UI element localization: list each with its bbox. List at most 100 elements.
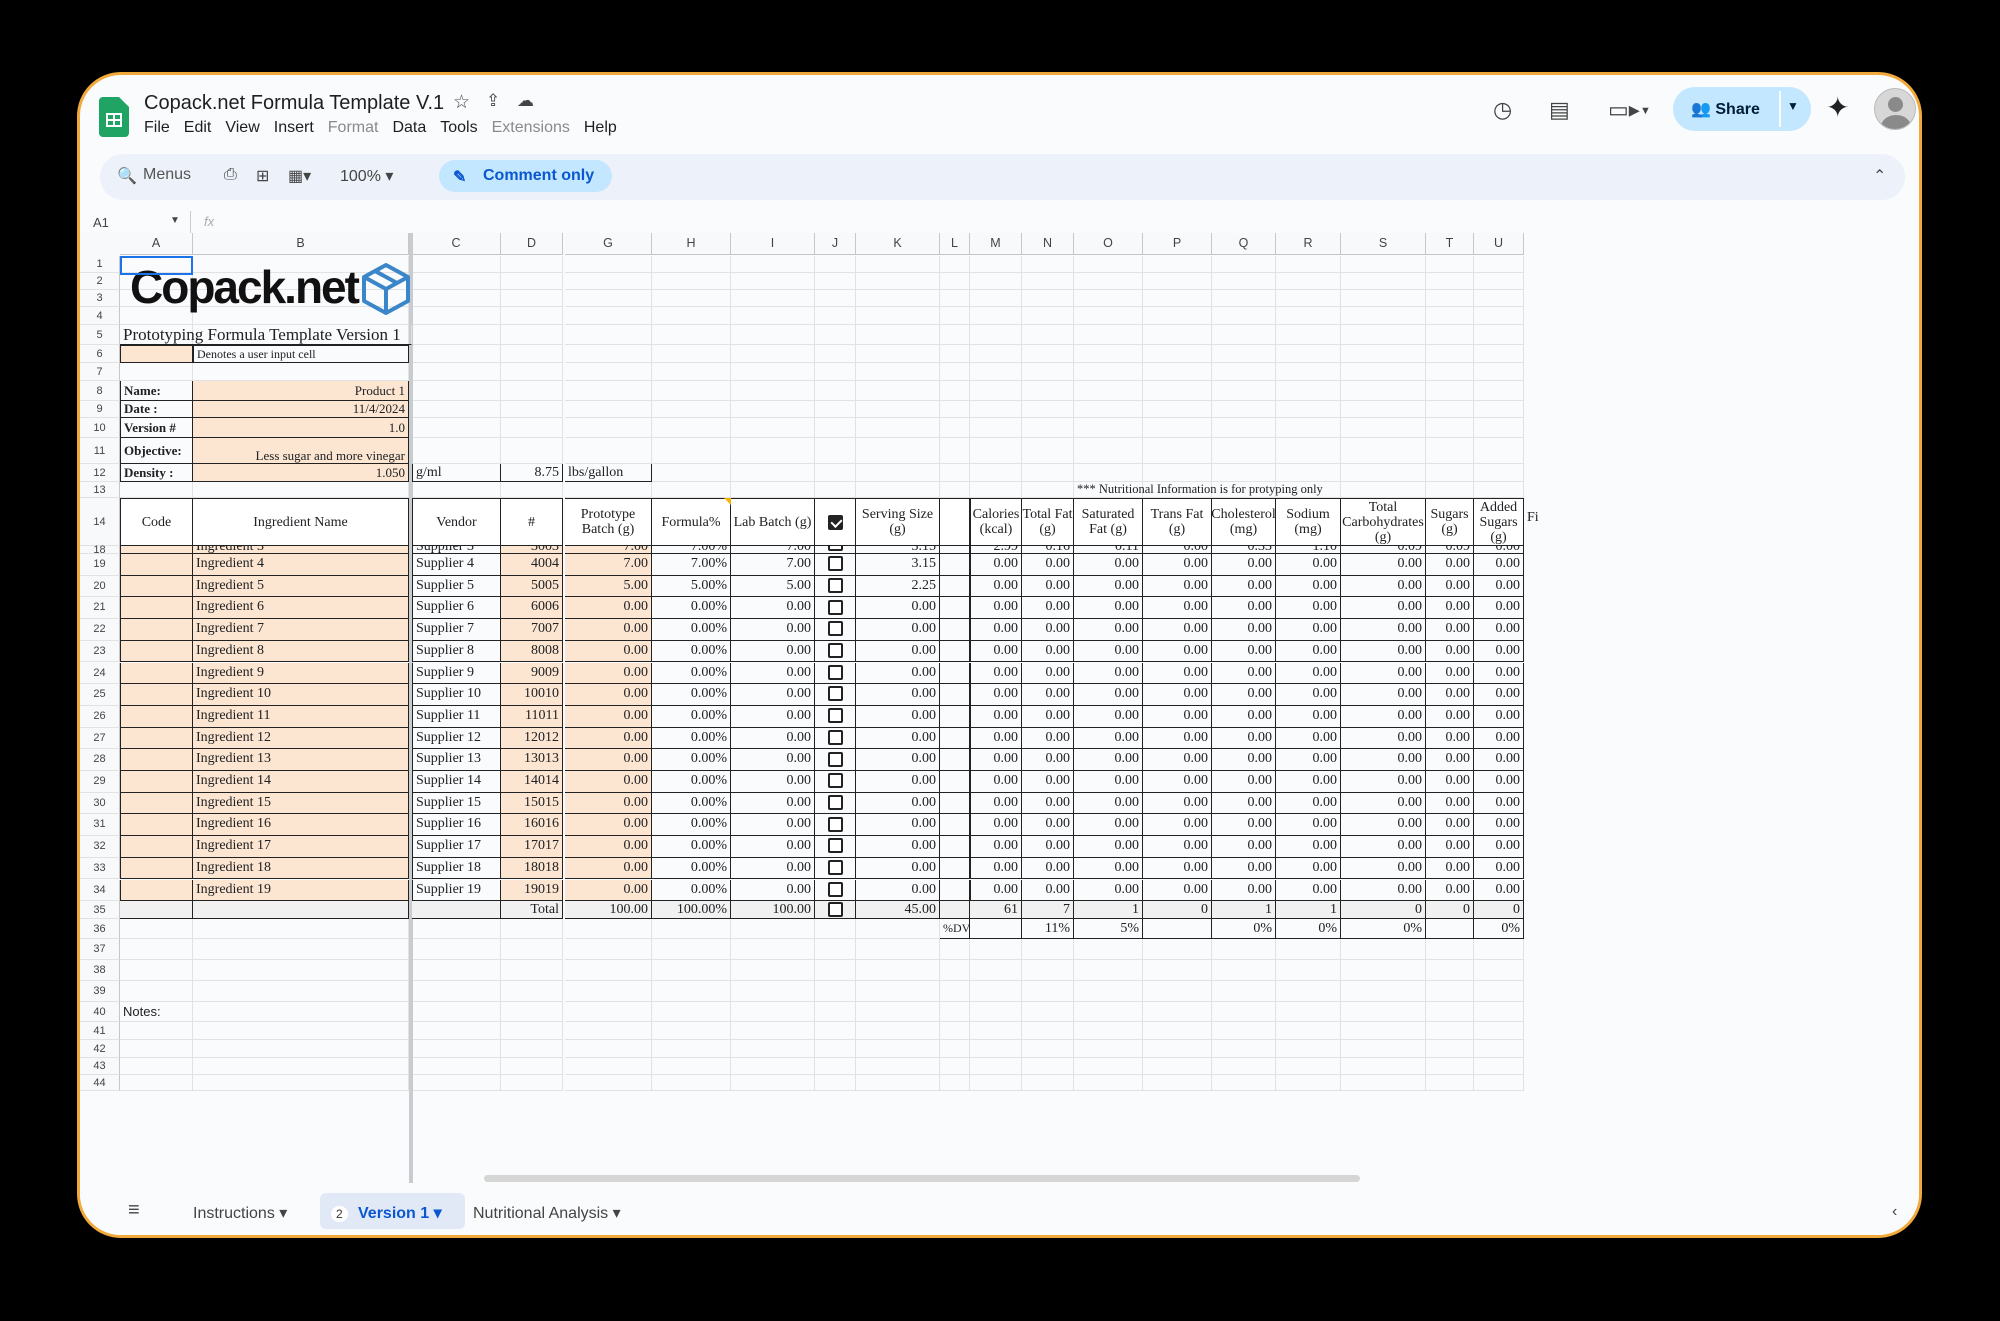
row-header[interactable]: 10: [80, 418, 120, 438]
cell[interactable]: [1074, 401, 1143, 418]
cell[interactable]: [565, 256, 652, 273]
cell[interactable]: [565, 939, 652, 960]
cell[interactable]: [1276, 273, 1341, 290]
ingredient-number[interactable]: 19019: [501, 879, 563, 902]
include-checkbox-cell[interactable]: [815, 727, 856, 750]
column-header-j[interactable]: J: [815, 233, 856, 255]
cell[interactable]: [1022, 438, 1074, 464]
row-header[interactable]: 2: [80, 273, 120, 290]
cell[interactable]: [1341, 1040, 1426, 1058]
cell[interactable]: [1143, 1002, 1212, 1022]
cell[interactable]: [856, 981, 940, 1002]
cell[interactable]: [1276, 401, 1341, 418]
cell[interactable]: [1276, 307, 1341, 325]
cell[interactable]: [731, 981, 815, 1002]
cell[interactable]: [1474, 981, 1524, 1002]
cell[interactable]: [1074, 273, 1143, 290]
cell[interactable]: [815, 401, 856, 418]
cell[interactable]: [1341, 307, 1426, 325]
cell[interactable]: [501, 438, 563, 464]
cell[interactable]: [1022, 290, 1074, 307]
checkbox-icon[interactable]: [827, 838, 843, 854]
cell[interactable]: [731, 290, 815, 307]
cell[interactable]: [970, 482, 1022, 498]
row-header[interactable]: 32: [80, 836, 120, 858]
cell[interactable]: [652, 290, 731, 307]
cell[interactable]: [412, 256, 501, 273]
cell[interactable]: [1074, 1022, 1143, 1040]
cell[interactable]: [120, 1022, 193, 1040]
checkbox-icon[interactable]: [827, 643, 843, 659]
cell[interactable]: [652, 401, 731, 418]
cell[interactable]: [940, 381, 970, 401]
cell[interactable]: [1074, 960, 1143, 981]
cell[interactable]: [565, 1002, 652, 1022]
cell[interactable]: [940, 307, 970, 325]
ingredient-name[interactable]: Ingredient 6: [193, 597, 409, 620]
prototype-batch[interactable]: 0.00: [565, 662, 652, 685]
cell[interactable]: [1212, 363, 1276, 381]
cell[interactable]: [1276, 418, 1341, 438]
cell[interactable]: [1474, 418, 1524, 438]
cell[interactable]: [1143, 960, 1212, 981]
cell[interactable]: [1341, 256, 1426, 273]
cell[interactable]: [856, 401, 940, 418]
cell[interactable]: [565, 290, 652, 307]
row-header[interactable]: 36: [80, 919, 120, 939]
cell[interactable]: [940, 960, 970, 981]
cell[interactable]: [970, 438, 1022, 464]
cell[interactable]: [501, 981, 563, 1002]
cell[interactable]: [815, 363, 856, 381]
cell[interactable]: [815, 418, 856, 438]
cell[interactable]: [731, 1058, 815, 1075]
meta-value[interactable]: 1.0: [193, 418, 409, 438]
cell[interactable]: [1341, 981, 1426, 1002]
cell[interactable]: [120, 960, 193, 981]
cell[interactable]: [1143, 464, 1212, 482]
cell[interactable]: [120, 939, 193, 960]
column-header-a[interactable]: A: [120, 233, 193, 255]
cell[interactable]: [1341, 418, 1426, 438]
cell[interactable]: [412, 981, 501, 1002]
horizontal-scrollbar[interactable]: [484, 1175, 1360, 1182]
column-header-r[interactable]: R: [1276, 233, 1341, 255]
cell[interactable]: [1426, 1075, 1474, 1091]
cell[interactable]: [815, 464, 856, 482]
cell[interactable]: [856, 290, 940, 307]
cell[interactable]: [815, 1075, 856, 1091]
ingredient-name[interactable]: Ingredient 15: [193, 792, 409, 815]
cell[interactable]: [970, 290, 1022, 307]
cell[interactable]: [731, 482, 815, 498]
cell[interactable]: [501, 1075, 563, 1091]
row-header[interactable]: 6: [80, 345, 120, 363]
cell[interactable]: [1341, 1022, 1426, 1040]
cell[interactable]: [970, 1058, 1022, 1075]
cell[interactable]: [1143, 1040, 1212, 1058]
prototype-batch[interactable]: 0.00: [565, 857, 652, 880]
column-header-n[interactable]: N: [1022, 233, 1074, 255]
cell[interactable]: [856, 482, 940, 498]
cell[interactable]: [940, 1002, 970, 1022]
cell[interactable]: [1426, 1058, 1474, 1075]
cell[interactable]: [1074, 418, 1143, 438]
cell[interactable]: [1143, 1075, 1212, 1091]
cell[interactable]: [1276, 1040, 1341, 1058]
cell[interactable]: [1276, 381, 1341, 401]
cell[interactable]: [1212, 307, 1276, 325]
row-header[interactable]: 19: [80, 554, 120, 576]
prototype-batch[interactable]: 7.00: [565, 546, 652, 554]
cell-code[interactable]: [120, 771, 193, 793]
row-header[interactable]: 23: [80, 640, 120, 663]
cell[interactable]: [940, 1058, 970, 1075]
cell[interactable]: [1426, 1040, 1474, 1058]
ingredient-name[interactable]: Ingredient 9: [193, 662, 409, 685]
cell[interactable]: [501, 363, 563, 381]
cell[interactable]: [1474, 256, 1524, 273]
column-header-s[interactable]: S: [1341, 233, 1426, 255]
cell[interactable]: [731, 960, 815, 981]
include-checkbox-cell[interactable]: [815, 554, 856, 576]
cell[interactable]: [1212, 939, 1276, 960]
row-header[interactable]: 8: [80, 381, 120, 401]
cell[interactable]: [1212, 1075, 1276, 1091]
cell[interactable]: [731, 919, 815, 939]
